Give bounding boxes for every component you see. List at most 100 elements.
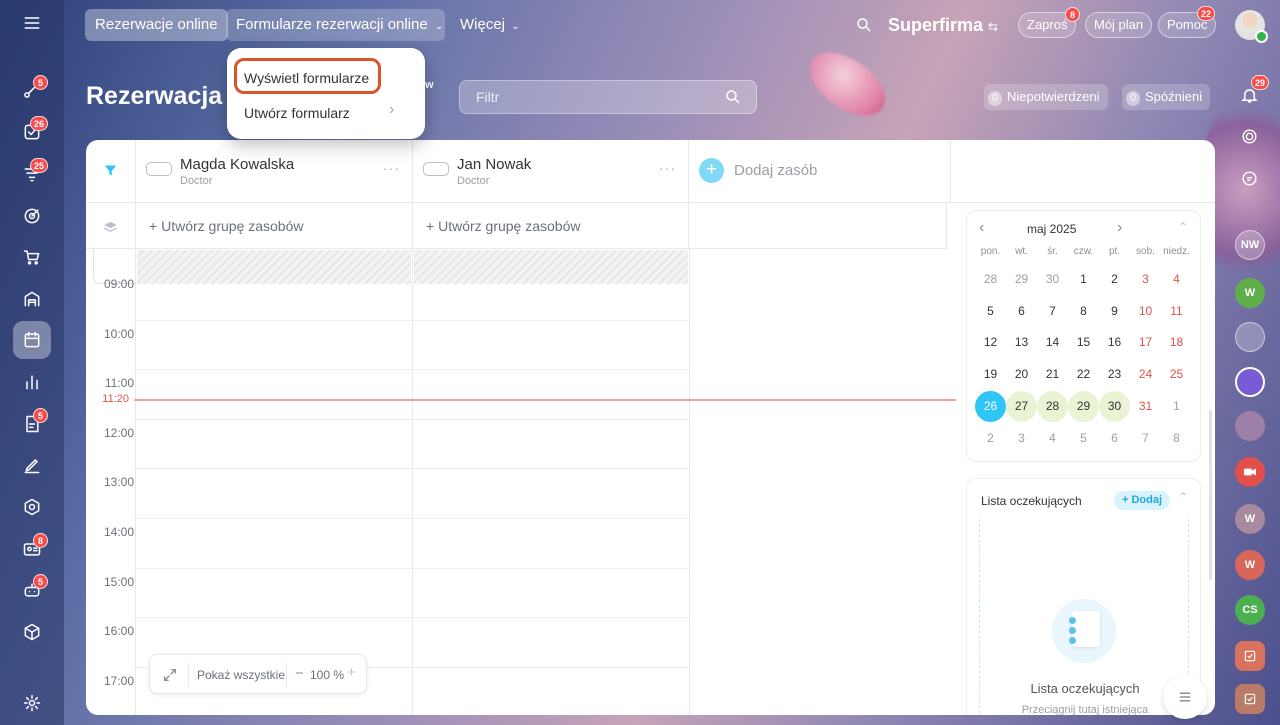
calendar-day[interactable]: 17	[1130, 327, 1161, 358]
prev-month-button[interactable]: ‹	[979, 219, 984, 237]
calendar-day[interactable]: 29	[1068, 390, 1099, 422]
sidebar-item-crm[interactable]: 25	[13, 155, 51, 193]
channel-avatar[interactable]	[1235, 367, 1265, 397]
collapse-icon[interactable]: ⌃	[1178, 490, 1188, 504]
layers-icon[interactable]	[103, 220, 118, 235]
calendar-day[interactable]: 2	[1099, 264, 1130, 295]
menu-item-create-form[interactable]: Utwórz formularz	[244, 105, 350, 121]
menu-toggle-icon[interactable]	[13, 4, 51, 42]
late-filter[interactable]: 0 Spóźnieni	[1122, 84, 1211, 110]
calendar-day[interactable]: 2	[975, 423, 1006, 454]
calendar-day[interactable]: 3	[1130, 264, 1161, 295]
create-group-button[interactable]: + Utwórz grupę zasobów	[136, 203, 413, 249]
search-icon[interactable]	[855, 16, 873, 34]
search-icon[interactable]	[724, 88, 742, 106]
calendar-day-today[interactable]: 26	[975, 390, 1006, 422]
calendar-day[interactable]: 4	[1161, 264, 1192, 295]
calendar-day[interactable]: 23	[1099, 359, 1130, 390]
calendar-day[interactable]: 18	[1161, 327, 1192, 358]
more-options-icon[interactable]: ···	[383, 160, 400, 176]
calendar-day[interactable]: 25	[1161, 359, 1192, 390]
sidebar-item-forms[interactable]: 5	[13, 405, 51, 443]
calendar-day[interactable]: 31	[1130, 391, 1161, 422]
settings-icon[interactable]	[13, 684, 51, 722]
contact-avatar[interactable]: W	[1235, 504, 1265, 534]
calendar-day[interactable]: 7	[1130, 423, 1161, 454]
filter-input[interactable]: Filtr	[459, 80, 757, 114]
contact-avatar[interactable]: CS	[1235, 595, 1265, 625]
calendar-day[interactable]: 1	[1161, 391, 1192, 422]
resource-column-header[interactable]: Jan Nowak Doctor ···	[413, 140, 689, 203]
menu-list-button[interactable]	[1163, 675, 1207, 719]
zoom-in-button[interactable]: +	[347, 664, 356, 681]
resource-column-header[interactable]: Magda Kowalska Doctor ···	[136, 140, 413, 203]
sidebar-item-sites[interactable]	[13, 613, 51, 651]
sidebar-item-activity[interactable]: 5	[13, 71, 51, 109]
calendar-day[interactable]: 9	[1099, 296, 1130, 327]
calendar-day[interactable]: 15	[1068, 327, 1099, 358]
calendar-day[interactable]: 20	[1006, 359, 1037, 390]
sidebar-item-inventory[interactable]	[13, 280, 51, 318]
sidebar-item-contacts[interactable]: 8	[13, 530, 51, 568]
sidebar-item-tasks[interactable]: 26	[13, 113, 51, 151]
calendar-day[interactable]: 3	[1006, 423, 1037, 454]
calendar-day[interactable]: 29	[1006, 264, 1037, 295]
calendar-day[interactable]: 24	[1130, 359, 1161, 390]
unconfirmed-filter[interactable]: 0 Niepotwierdzeni	[984, 84, 1108, 110]
calendar-day[interactable]: 6	[1006, 296, 1037, 327]
tasks-shortcut-icon[interactable]	[1235, 641, 1265, 671]
tasks-shortcut-icon[interactable]	[1235, 684, 1265, 714]
calendar-day[interactable]: 4	[1037, 423, 1068, 454]
calendar-day[interactable]: 6	[1099, 423, 1130, 454]
calendar-day[interactable]: 16	[1099, 327, 1130, 358]
calendar-day[interactable]: 28	[1037, 390, 1068, 422]
user-avatar[interactable]	[1235, 10, 1268, 43]
chat-icon[interactable]	[1240, 169, 1259, 188]
more-options-icon[interactable]: ···	[659, 160, 676, 176]
calendar-day[interactable]: 30	[1099, 390, 1130, 422]
calendar-day[interactable]: 22	[1068, 359, 1099, 390]
menu-item-view-forms[interactable]: Wyświetl formularze	[244, 70, 369, 86]
calendar-day[interactable]: 8	[1161, 423, 1192, 454]
video-call-icon[interactable]	[1235, 457, 1265, 487]
my-plan-button[interactable]: Mój plan	[1085, 12, 1153, 38]
sidebar-item-bot[interactable]: 5	[13, 571, 51, 609]
drop-zone[interactable]: Lista oczekujących Przeciągnij tutaj ist…	[979, 519, 1189, 715]
calendar-day[interactable]: 5	[1068, 423, 1099, 454]
tab-booking-forms[interactable]: Formularze rezerwacji online ⌄	[226, 9, 445, 41]
tab-booking-online[interactable]: Rezerwacje online	[85, 9, 228, 41]
add-resource-button[interactable]: + Dodaj zasób	[689, 140, 951, 203]
filter-icon[interactable]	[103, 163, 118, 178]
collapse-icon[interactable]: ⌃	[1178, 220, 1188, 234]
sidebar-item-sign[interactable]	[13, 446, 51, 484]
show-all-button[interactable]: Pokaż wszystkie	[197, 668, 285, 682]
next-month-button[interactable]: ›	[1117, 219, 1122, 237]
contact-avatar[interactable]: W	[1235, 278, 1265, 308]
calendar-day[interactable]: 11	[1161, 296, 1192, 327]
calendar-day[interactable]: 12	[975, 327, 1006, 358]
pulse-icon[interactable]	[1240, 127, 1259, 146]
calendar-day[interactable]: 28	[975, 264, 1006, 295]
zoom-out-button[interactable]: −	[295, 665, 304, 682]
tab-more[interactable]: Więcej ⌄	[450, 9, 530, 41]
scrollbar[interactable]	[1209, 410, 1212, 580]
calendar-day[interactable]: 13	[1006, 327, 1037, 358]
calendar-day[interactable]: 30	[1037, 264, 1068, 295]
contact-avatar[interactable]: W	[1235, 550, 1265, 580]
contact-avatar[interactable]	[1235, 411, 1265, 441]
calendar-day[interactable]: 8	[1068, 296, 1099, 327]
company-name[interactable]: Superfirma ⇆	[888, 15, 998, 36]
expand-icon[interactable]	[162, 667, 178, 683]
calendar-day[interactable]: 14	[1037, 327, 1068, 358]
sidebar-item-booking[interactable]	[13, 321, 51, 359]
contact-avatar[interactable]: NW	[1235, 230, 1265, 260]
calendar-day[interactable]: 7	[1037, 296, 1068, 327]
create-group-button[interactable]: + Utwórz grupę zasobów	[413, 203, 689, 249]
add-waiting-button[interactable]: + Dodaj	[1114, 491, 1171, 510]
contact-avatar[interactable]	[1235, 322, 1265, 352]
calendar-day[interactable]: 5	[975, 296, 1006, 327]
calendar-day[interactable]: 27	[1006, 390, 1037, 422]
calendar-day[interactable]: 1	[1068, 264, 1099, 295]
sidebar-item-shop[interactable]	[13, 238, 51, 276]
sidebar-item-analytics[interactable]	[13, 363, 51, 401]
